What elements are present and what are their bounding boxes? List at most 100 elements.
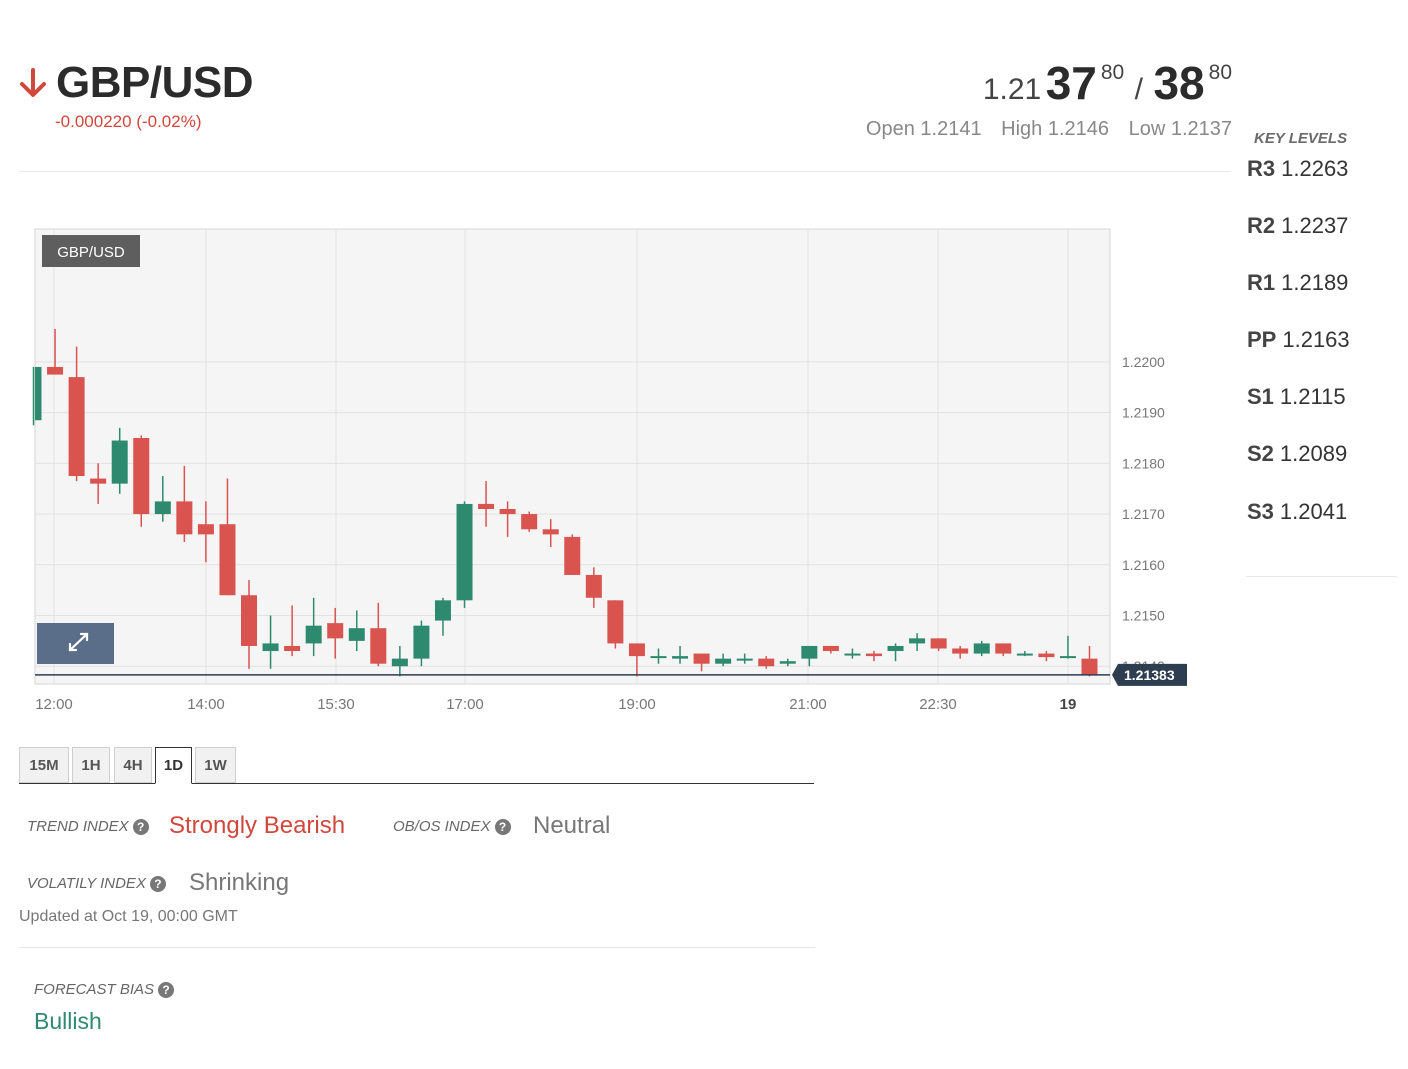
candle-body	[47, 366, 64, 375]
candle-body	[650, 656, 667, 659]
candle-body	[434, 600, 451, 621]
candle-body	[111, 440, 128, 484]
candle-body	[585, 574, 602, 598]
candle-body	[197, 524, 214, 535]
candle-body	[909, 638, 926, 644]
obos-index-value: Neutral	[533, 812, 611, 839]
x-tick-label: 12:00	[35, 696, 73, 713]
candle-body	[952, 648, 969, 654]
timeframe-tabs: 15M 1H 4H 1D 1W	[19, 747, 814, 784]
candle-body	[327, 623, 344, 639]
candle-body	[35, 366, 42, 421]
candle-body	[68, 377, 85, 477]
candle-body	[370, 628, 387, 664]
trend-index-label: TREND INDEX?	[27, 818, 149, 835]
candle-body	[90, 478, 107, 484]
candle-body	[844, 653, 861, 656]
candle-body	[715, 658, 732, 664]
candle-body	[305, 625, 322, 644]
candle-body	[995, 643, 1012, 654]
candle-body	[348, 628, 365, 641]
tab-15m[interactable]: 15M	[19, 747, 69, 783]
forecast-bias-value: Bullish	[34, 1008, 102, 1034]
volatility-index-value: Shrinking	[189, 869, 290, 896]
candle-body	[607, 600, 624, 644]
candle-body	[456, 503, 473, 601]
tab-4h[interactable]: 4H	[114, 747, 152, 783]
forecast-bias-text: FORECAST BIAS	[34, 981, 155, 998]
obos-index-label: OB/OS INDEX?	[393, 818, 511, 835]
candle-body	[176, 501, 193, 535]
section-divider	[19, 947, 815, 948]
x-tick-label: 14:00	[187, 696, 225, 713]
y-tick-label: 1.2170	[1122, 506, 1165, 522]
obos-index-text: OB/OS INDEX	[393, 818, 491, 835]
candle-body	[521, 514, 538, 530]
candle	[521, 511, 538, 532]
expand-button[interactable]	[37, 623, 114, 664]
x-tick-label: 19:00	[618, 696, 656, 713]
forecast-bias-label: FORECAST BIAS?	[34, 981, 175, 998]
candle-body	[628, 643, 645, 657]
volatility-index-text: VOLATILY INDEX	[27, 875, 146, 892]
candle	[564, 534, 581, 575]
candle-body	[672, 656, 689, 659]
candle-body	[693, 653, 710, 664]
question-icon[interactable]: ?	[149, 876, 166, 892]
y-tick-label: 1.2200	[1122, 354, 1165, 370]
x-tick-label: 22:30	[919, 696, 957, 713]
candle-body	[930, 638, 947, 649]
x-tick-label: 21:00	[789, 696, 827, 713]
candle-body	[542, 529, 559, 535]
x-axis-ticks: 12:00 14:00 15:30 17:00 19:00 21:00 22:30 19	[35, 696, 1076, 713]
y-tick-label: 1.2190	[1122, 405, 1165, 421]
candle-body	[241, 595, 258, 646]
candle-body	[822, 645, 839, 652]
trend-index-text: TREND INDEX	[27, 818, 129, 835]
y-tick-label: 1.2160	[1122, 557, 1165, 573]
candle-body	[758, 658, 775, 667]
price-chart[interactable]: 1.2200 1.2190 1.2180 1.2170 1.2160 1.2150 1.21…	[0, 0, 1408, 730]
legend-label: GBP/USD	[57, 244, 125, 261]
candle	[607, 600, 624, 649]
trend-index-value: Strongly Bearish	[169, 812, 346, 839]
current-price-label: 1.21383	[1124, 667, 1175, 683]
current-price-tag: 1.21383	[1112, 663, 1187, 686]
candle-body	[391, 658, 408, 667]
question-icon[interactable]: ?	[158, 982, 175, 998]
y-tick-label: 1.2150	[1122, 608, 1165, 624]
candle-body	[1059, 656, 1076, 659]
candle-body	[262, 643, 279, 652]
candle-body	[564, 536, 581, 575]
candle-body	[1038, 653, 1055, 658]
candle-body	[478, 503, 495, 509]
legend-box: GBP/USD	[42, 235, 140, 267]
candle-body	[499, 509, 516, 515]
candle-body	[973, 643, 990, 654]
candle-body	[154, 501, 171, 515]
candle-body	[1081, 658, 1098, 675]
volatility-index-label: VOLATILY INDEX?	[27, 875, 166, 892]
tab-1w[interactable]: 1W	[195, 747, 236, 783]
candle	[133, 435, 150, 527]
candle-body	[284, 645, 301, 652]
y-tick-label: 1.2180	[1122, 455, 1165, 471]
x-tick-label: 17:00	[446, 696, 484, 713]
question-icon[interactable]: ?	[132, 819, 149, 835]
question-icon[interactable]: ?	[494, 819, 511, 835]
x-tick-label: 15:30	[317, 696, 355, 713]
candle-body	[801, 645, 818, 659]
tab-1d[interactable]: 1D	[155, 747, 192, 784]
tab-1h[interactable]: 1H	[72, 747, 110, 783]
candle-body	[736, 658, 753, 661]
candle-body	[1016, 653, 1033, 656]
candle-body	[779, 661, 796, 664]
candle-body	[413, 625, 430, 659]
candle-body	[887, 645, 904, 652]
candle-body	[865, 653, 882, 657]
candle-body	[219, 524, 236, 596]
updated-timestamp: Updated at Oct 19, 00:00 GMT	[19, 908, 238, 925]
candle-body	[133, 437, 150, 515]
candle	[456, 501, 473, 608]
x-tick-label: 19	[1060, 696, 1077, 713]
